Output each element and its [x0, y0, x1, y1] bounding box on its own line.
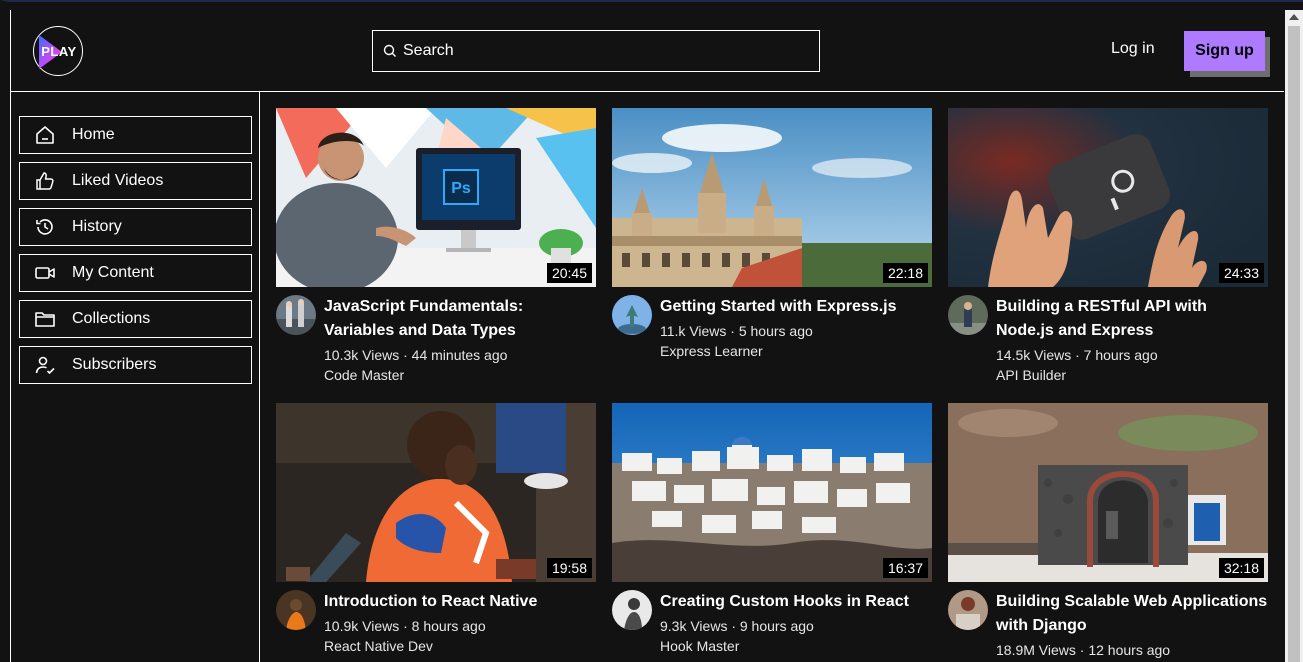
video-thumbnail[interactable]: 24:33: [948, 108, 1268, 287]
video-meta: Creating Custom Hooks in React 9.3k View…: [612, 590, 932, 662]
sidebar: Home Liked Videos History My Content Col…: [10, 92, 260, 662]
search-box[interactable]: [372, 30, 820, 72]
sidebar-item-liked-videos[interactable]: Liked Videos: [19, 162, 252, 200]
video-duration: 22:18: [882, 263, 928, 283]
video-meta: Getting Started with Express.js 11.k Vie…: [612, 295, 932, 385]
video-stats: 11.k Views · 5 hours ago: [660, 323, 813, 339]
thumbnail-image: Ps: [276, 108, 596, 287]
channel-avatar[interactable]: [948, 295, 988, 335]
sidebar-item-home[interactable]: Home: [19, 116, 252, 154]
avatar-image: [276, 590, 316, 630]
video-card[interactable]: 16:37 Creating Custom Hooks in React 9.3…: [612, 403, 932, 662]
video-duration: 20:45: [546, 263, 592, 283]
video-duration: 16:37: [882, 558, 928, 578]
avatar-image: [948, 295, 988, 335]
video-card[interactable]: 22:18 Getting Started with Express.js 11…: [612, 108, 932, 385]
sidebar-item-label: Home: [72, 126, 115, 143]
sidebar-item-collections[interactable]: Collections: [19, 300, 252, 338]
video-thumbnail[interactable]: 32:18: [948, 403, 1268, 582]
video-card[interactable]: 32:18 Building Scalable Web Applications…: [948, 403, 1268, 662]
video-card[interactable]: Ps 20:45 JavaScript Fundamentals: Variab…: [276, 108, 596, 385]
sidebar-item-subscribers[interactable]: Subscribers: [19, 346, 252, 384]
thumbs-up-icon: [36, 172, 54, 190]
video-title[interactable]: Introduction to React Native: [324, 590, 596, 614]
video-duration: 32:18: [1218, 558, 1264, 578]
sidebar-item-label: Liked Videos: [72, 172, 164, 189]
video-title[interactable]: JavaScript Fundamentals: Variables and D…: [324, 295, 596, 343]
video-card[interactable]: 19:58 Introduction to React Native 10.9k…: [276, 403, 596, 662]
header: PLAY Log in Sign up: [10, 10, 1284, 92]
video-title[interactable]: Getting Started with Express.js: [660, 295, 932, 319]
thumbnail-image: [612, 108, 932, 287]
video-meta: Building Scalable Web Applications with …: [948, 590, 1268, 662]
history-icon: [36, 219, 53, 235]
avatar-image: [612, 295, 652, 335]
logo-text: PLAY: [41, 43, 77, 59]
video-stats: 10.9k Views · 8 hours ago: [324, 618, 486, 634]
channel-avatar[interactable]: [612, 295, 652, 335]
logo[interactable]: PLAY: [33, 26, 83, 76]
channel-avatar[interactable]: [612, 590, 652, 630]
video-title[interactable]: Creating Custom Hooks in React: [660, 590, 932, 614]
vertical-scrollbar[interactable]: [1285, 10, 1303, 662]
avatar-image: [276, 295, 316, 335]
video-meta: Introduction to React Native 10.9k Views…: [276, 590, 596, 662]
channel-name[interactable]: Hook Master: [660, 636, 932, 656]
channel-name[interactable]: React Native Dev: [324, 636, 596, 656]
avatar-image: [612, 590, 652, 630]
sidebar-item-label: History: [72, 218, 122, 235]
svg-text:Ps: Ps: [451, 180, 471, 197]
scrollbar-thumb[interactable]: [1288, 26, 1300, 662]
channel-name[interactable]: Express Learner: [660, 341, 932, 361]
video-duration: 24:33: [1218, 263, 1264, 283]
video-title[interactable]: Building Scalable Web Applications with …: [996, 590, 1268, 638]
video-stats: 14.5k Views · 7 hours ago: [996, 347, 1158, 363]
signup-button[interactable]: Sign up: [1184, 31, 1265, 71]
channel-avatar[interactable]: [948, 590, 988, 630]
sidebar-item-history[interactable]: History: [19, 208, 252, 246]
search-icon: [383, 44, 396, 57]
login-button[interactable]: Log in: [1111, 40, 1155, 58]
sidebar-item-my-content[interactable]: My Content: [19, 254, 252, 292]
thumbnail-image: [948, 108, 1268, 287]
video-thumbnail[interactable]: 16:37: [612, 403, 932, 582]
scroll-up-arrow-icon[interactable]: [1289, 14, 1299, 20]
thumbnail-image: [948, 403, 1268, 582]
sidebar-item-label: Subscribers: [72, 356, 157, 373]
video-camera-icon: [35, 267, 55, 279]
video-card[interactable]: 24:33 Building a RESTful API with Node.j…: [948, 108, 1268, 385]
video-stats: 9.3k Views · 9 hours ago: [660, 618, 814, 634]
video-title[interactable]: Building a RESTful API with Node.js and …: [996, 295, 1268, 343]
channel-name[interactable]: Code Master: [324, 365, 596, 385]
video-duration: 19:58: [546, 558, 592, 578]
user-check-icon: [35, 356, 55, 375]
channel-name[interactable]: API Builder: [996, 365, 1268, 385]
avatar-image: [948, 590, 988, 630]
sidebar-item-label: My Content: [72, 264, 154, 281]
channel-avatar[interactable]: [276, 590, 316, 630]
thumbnail-image: [612, 403, 932, 582]
video-meta: JavaScript Fundamentals: Variables and D…: [276, 295, 596, 385]
search-input[interactable]: [403, 42, 803, 60]
thumbnail-image: [276, 403, 596, 582]
video-thumbnail[interactable]: Ps 20:45: [276, 108, 596, 287]
channel-avatar[interactable]: [276, 295, 316, 335]
video-stats: 18.9M Views · 12 hours ago: [996, 642, 1171, 658]
sidebar-item-label: Collections: [72, 310, 151, 327]
home-icon: [36, 126, 54, 144]
video-meta: Building a RESTful API with Node.js and …: [948, 295, 1268, 385]
video-thumbnail[interactable]: 19:58: [276, 403, 596, 582]
video-stats: 10.3k Views · 44 minutes ago: [324, 347, 508, 363]
folder-icon: [35, 312, 55, 327]
video-thumbnail[interactable]: 22:18: [612, 108, 932, 287]
